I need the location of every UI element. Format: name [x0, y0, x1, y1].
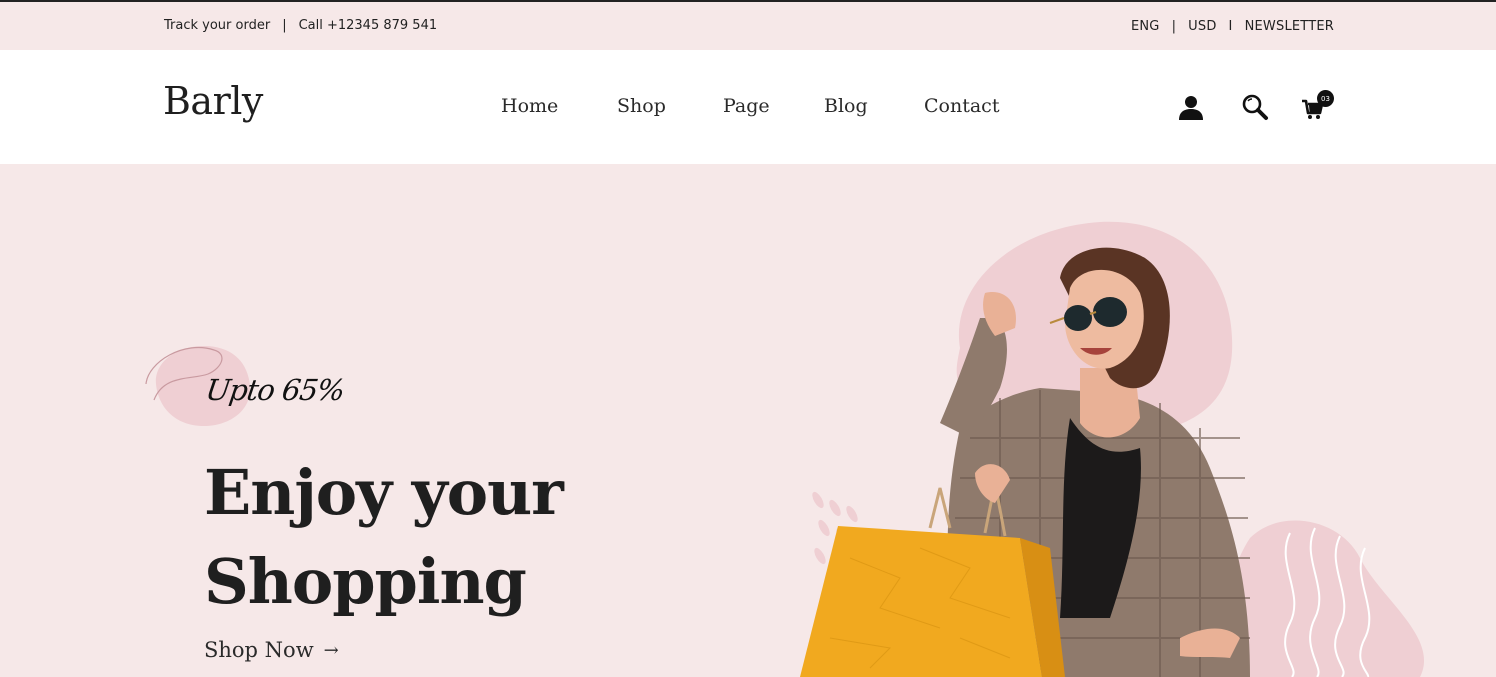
site-logo[interactable]: Barly [163, 79, 263, 123]
nav-item-contact[interactable]: Contact [924, 95, 999, 117]
currency-selector[interactable]: USD [1188, 19, 1216, 34]
divider: I [1228, 19, 1233, 34]
hero-headline: Enjoy your Shopping [204, 448, 564, 626]
top-bar-right: ENG | USD I NEWSLETTER [1131, 19, 1334, 34]
main-nav: Home Shop Page Blog Contact [501, 95, 999, 117]
main-header: Barly Home Shop Page Blog Contact 03 [0, 50, 1496, 164]
shop-now-label: Shop Now [204, 638, 314, 662]
nav-item-home[interactable]: Home [501, 95, 617, 117]
cart-count-badge: 03 [1317, 90, 1334, 107]
divider: | [282, 18, 287, 33]
hero-headline-line-1: Enjoy your [204, 456, 564, 529]
nav-item-shop[interactable]: Shop [617, 95, 723, 117]
header-icons: 03 [1176, 90, 1334, 122]
hero-headline-line-2: Shopping [204, 545, 527, 618]
top-bar-left: Track your order | Call +12345 879 541 [164, 18, 437, 33]
divider: | [1171, 19, 1177, 34]
hero-tagline: Upto 65% [203, 373, 347, 407]
language-selector[interactable]: ENG [1131, 19, 1160, 34]
arrow-right-icon: → [323, 639, 339, 661]
search-icon[interactable] [1240, 92, 1270, 122]
user-icon[interactable] [1176, 92, 1208, 122]
shop-now-button[interactable]: Shop Now → [204, 638, 339, 662]
top-bar: Track your order | Call +12345 879 541 E… [0, 0, 1496, 50]
nav-item-blog[interactable]: Blog [824, 95, 924, 117]
newsletter-link[interactable]: NEWSLETTER [1245, 19, 1334, 34]
page: Track your order | Call +12345 879 541 E… [0, 0, 1496, 677]
nav-item-page[interactable]: Page [723, 95, 824, 117]
hero-image [800, 221, 1425, 677]
call-link[interactable]: Call +12345 879 541 [299, 18, 438, 33]
cart-icon[interactable]: 03 [1300, 90, 1334, 122]
track-order-link[interactable]: Track your order [164, 18, 270, 33]
